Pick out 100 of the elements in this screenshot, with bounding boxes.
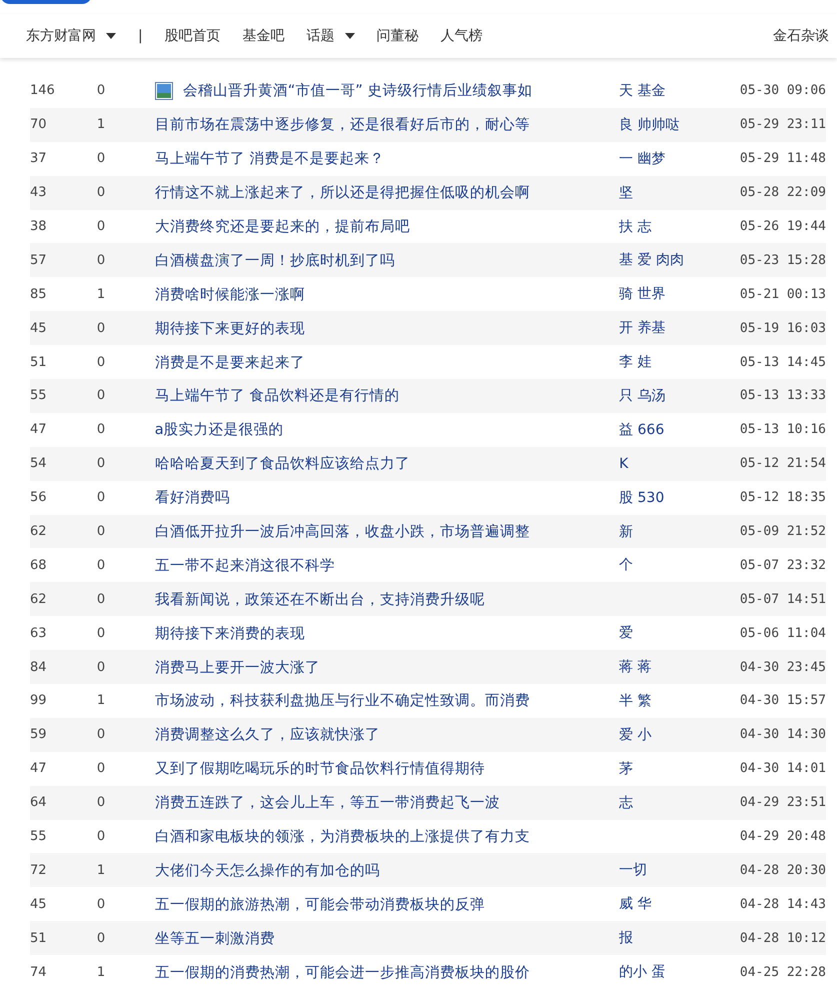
read-count: 70 [30, 117, 48, 132]
post-title[interactable]: 哈哈哈夏天到了食品饮料应该给点力了 [154, 454, 410, 474]
comment-count: 0 [96, 727, 106, 742]
post-time: 05-28 22:09 [740, 185, 826, 200]
post-title[interactable]: 目前市场在震荡中逐步修复，还是很看好后市的，耐心等 [154, 115, 530, 134]
post-title[interactable]: 白酒和家电板块的领涨，为消费板块的上涨提供了有力支 [154, 827, 530, 846]
comment-count: 1 [96, 693, 106, 708]
nav-link[interactable]: 股吧首页 [164, 27, 221, 45]
post-time: 04-29 20:48 [740, 829, 826, 844]
post-title[interactable]: 期待接下来消费的表现 [154, 624, 305, 643]
author-link[interactable]: 只 乌汤 [619, 388, 666, 404]
read-count: 38 [30, 219, 48, 234]
post-time: 05-13 14:45 [740, 354, 826, 370]
post-time: 04-25 22:28 [740, 964, 826, 980]
read-count: 51 [30, 354, 48, 370]
post-time: 05-19 16:03 [740, 320, 826, 336]
author-link[interactable]: 李 娃 [619, 354, 652, 370]
post-time: 05-12 18:35 [740, 490, 826, 506]
author-link[interactable]: 股 530 [619, 490, 664, 506]
comment-count: 0 [96, 761, 106, 776]
author-link[interactable]: 个 [619, 557, 634, 574]
post-title[interactable]: 五一假期的旅游热潮，可能会带动消费板块的反弹 [154, 894, 485, 914]
nav-link[interactable]: 基金吧 [242, 27, 285, 45]
post-title[interactable]: 市场波动，科技获利盘抛压与行业不确定性致调。而消费 [154, 691, 530, 710]
post-time: 05-09 21:52 [740, 524, 826, 540]
post-title[interactable]: 消费是不是要来起来了 [154, 352, 305, 372]
author-link[interactable]: 爱 [619, 625, 634, 642]
post-time: 04-30 23:45 [740, 660, 826, 675]
author-link[interactable]: 新 [619, 524, 634, 540]
author-link[interactable]: 天 基金 [619, 82, 666, 99]
comment-count: 0 [96, 252, 106, 268]
comment-count: 0 [96, 592, 106, 607]
comment-count: 0 [96, 320, 106, 336]
post-title[interactable]: 白酒横盘演了一周！抄底时机到了吗 [154, 250, 395, 270]
author-link[interactable]: 茅 [619, 760, 634, 777]
author-link[interactable]: 蒋 蒋 [619, 659, 652, 676]
author-link[interactable]: 骑 世界 [619, 286, 666, 302]
author-link[interactable]: 扶 志 [619, 218, 652, 234]
comment-count: 1 [96, 286, 106, 302]
post-title[interactable]: 五一带不起来消这很不科学 [154, 556, 335, 575]
author-link[interactable]: 报 [619, 930, 634, 946]
comment-count: 1 [96, 117, 106, 132]
nav-link[interactable]: 人气榜 [440, 27, 483, 45]
read-count: 63 [30, 626, 48, 641]
post-title[interactable]: 大消费终究还是要起来的，提前布局吧 [154, 217, 410, 236]
read-count: 51 [30, 930, 48, 946]
author-link[interactable]: 爱 小 [619, 726, 652, 743]
post-time: 05-21 00:13 [740, 286, 826, 302]
post-time: 05-26 19:44 [740, 219, 826, 234]
nav-link[interactable]: 问董秘 [376, 27, 419, 45]
read-count: 146 [30, 83, 56, 98]
post-title[interactable]: 五一假期的消费热潮，可能会进一步推高消费板块的股价 [154, 962, 530, 982]
author-link[interactable]: 的小 蛋 [619, 964, 666, 980]
comment-count: 0 [96, 524, 106, 540]
post-title[interactable]: 马上端午节了 食品饮料还是有行情的 [154, 386, 400, 406]
post-title[interactable]: 马上端午节了 消费是不是要起来？ [154, 149, 384, 168]
author-link[interactable]: 坚 [619, 184, 634, 201]
author-link[interactable]: 益 666 [619, 422, 664, 438]
nav-link[interactable]: 话题 [306, 27, 355, 45]
post-title[interactable]: 消费啥时候能涨一涨啊 [154, 284, 305, 304]
read-count: 99 [30, 693, 48, 708]
read-count: 72 [30, 862, 48, 878]
comment-count: 0 [96, 354, 106, 370]
post-time: 05-13 13:33 [740, 388, 826, 404]
nav-link[interactable]: 东方财富网 [26, 27, 116, 45]
post-title[interactable]: 坐等五一刺激消费 [154, 928, 275, 948]
post-title[interactable]: 白酒低开拉升一波后冲高回落，收盘小跌，市场普遍调整 [154, 522, 530, 542]
post-time: 04-28 20:30 [740, 862, 826, 878]
comment-count: 0 [96, 930, 106, 946]
post-title[interactable]: 大佬们今天怎么操作的有加仓的吗 [154, 860, 380, 880]
post-title[interactable]: 又到了假期吃喝玩乐的时节食品饮料行情值得期待 [154, 759, 485, 778]
post-title[interactable]: 会稽山晋升黄酒“市值一哥” 史诗级行情后业绩叙事如 [182, 81, 532, 100]
read-count: 54 [30, 456, 48, 472]
author-link[interactable]: 一切 [619, 862, 648, 878]
post-title[interactable]: 消费马上要开一波大涨了 [154, 658, 320, 677]
author-link[interactable]: 志 [619, 794, 634, 811]
read-count: 64 [30, 795, 48, 810]
post-title[interactable]: 消费调整这么久了，应该就快涨了 [154, 725, 380, 744]
author-link[interactable]: 半 繁 [619, 692, 652, 709]
post-title[interactable]: 看好消费吗 [154, 488, 230, 508]
post-title[interactable]: a股实力还是很强的 [154, 420, 284, 440]
author-link[interactable]: 威 华 [619, 896, 652, 912]
author-link[interactable]: 一 幽梦 [619, 150, 666, 167]
post-title[interactable]: 消费五连跌了，这会儿上车，等五一带消费起飞一波 [154, 793, 500, 812]
post-title[interactable]: 行情这不就上涨起来了，所以还是得把握住低吸的机会啊 [154, 183, 530, 202]
post-title[interactable]: 期待接下来更好的表现 [154, 318, 305, 338]
comment-count: 0 [96, 558, 106, 573]
read-count: 37 [30, 151, 48, 166]
author-link[interactable]: 基 爱 肉肉 [619, 252, 684, 268]
nav-link[interactable]: 金石杂谈 [773, 27, 829, 45]
post-title[interactable]: 我看新闻说，政策还在不断出台，支持消费升级呢 [154, 590, 485, 609]
comment-count: 0 [96, 422, 106, 438]
author-link[interactable]: 良 帅帅哒 [619, 116, 680, 133]
post-time: 05-07 23:32 [740, 558, 826, 573]
author-link[interactable]: K [619, 456, 628, 472]
nav-link[interactable]: | [138, 28, 143, 44]
read-count: 55 [30, 829, 48, 844]
comment-count: 0 [96, 490, 106, 506]
comment-count: 0 [96, 829, 106, 844]
author-link[interactable]: 开 养基 [619, 320, 666, 336]
